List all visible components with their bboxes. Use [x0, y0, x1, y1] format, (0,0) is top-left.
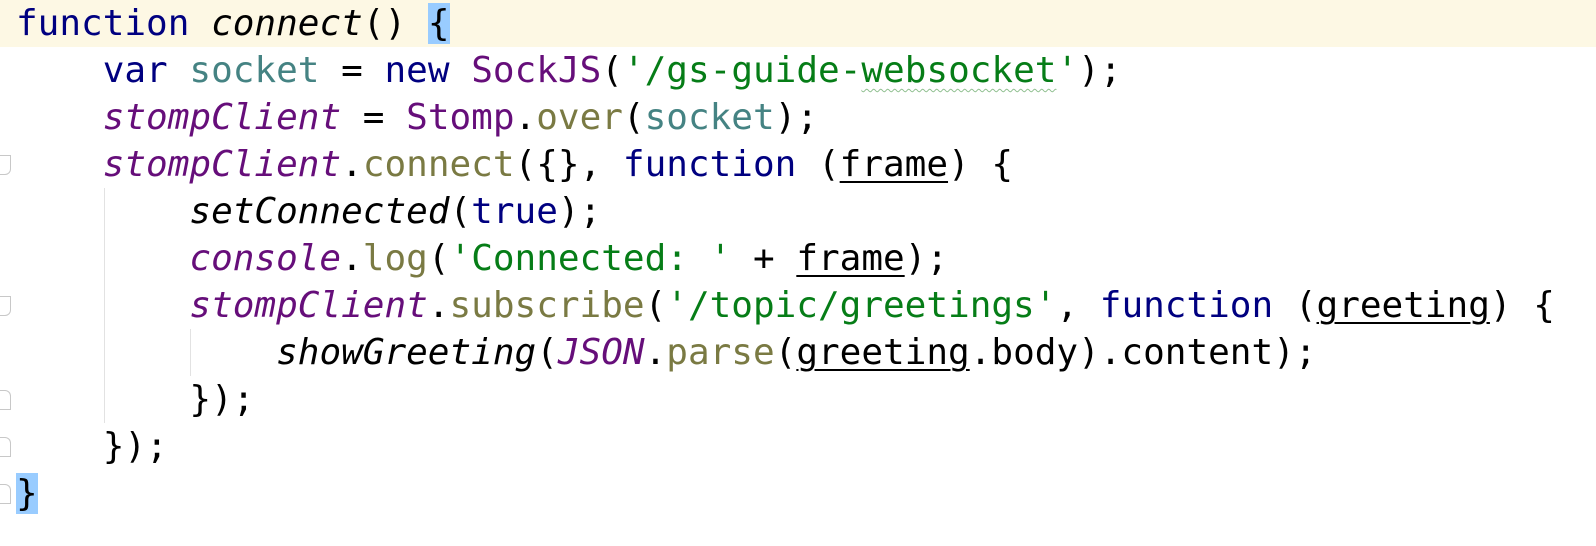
token-global: stompClient: [189, 285, 428, 326]
code-text[interactable]: stompClient.connect({}, function (frame)…: [16, 141, 1013, 188]
token-brace-match: }: [16, 473, 38, 514]
token-plain: );: [557, 191, 602, 232]
code-line-9[interactable]: });: [0, 376, 1596, 423]
token-plain: =: [319, 50, 385, 91]
code-line-3[interactable]: stompClient = Stomp.over(socket);: [0, 94, 1596, 141]
code-line-6[interactable]: console.log('Connected: ' + frame);: [0, 235, 1596, 282]
token-call: setConnected: [189, 191, 450, 232]
token-local: socket: [189, 50, 320, 91]
code-line-4[interactable]: stompClient.connect({}, function (frame)…: [0, 141, 1596, 188]
code-text[interactable]: showGreeting(JSON.parse(greeting.body).c…: [16, 329, 1317, 376]
token-call: showGreeting: [276, 332, 537, 373]
code-text[interactable]: console.log('Connected: ' + frame);: [16, 235, 948, 282]
code-line-8[interactable]: showGreeting(JSON.parse(greeting.body).c…: [0, 329, 1596, 376]
token-plain: .: [514, 97, 537, 138]
code-line-1[interactable]: function connect() {: [0, 0, 1596, 47]
token-plain: (: [536, 332, 558, 373]
token-plain: (: [644, 285, 667, 326]
token-method: log: [362, 238, 428, 279]
token-plain: .body).content);: [969, 332, 1317, 373]
token-plain: (: [774, 332, 797, 373]
code-text[interactable]: stompClient.subscribe('/topic/greetings'…: [16, 282, 1555, 329]
code-text[interactable]: });: [16, 376, 254, 423]
token-plain: +: [731, 238, 797, 279]
token-param: greeting: [796, 332, 970, 373]
code-text[interactable]: var socket = new SockJS('/gs-guide-webso…: [16, 47, 1122, 94]
token-plain: (: [1273, 285, 1317, 326]
code-line-10[interactable]: });: [0, 423, 1596, 470]
code-text[interactable]: setConnected(true);: [16, 188, 601, 235]
token-plain: );: [774, 97, 819, 138]
code-line-7[interactable]: stompClient.subscribe('/topic/greetings'…: [0, 282, 1596, 329]
token-plain: .: [644, 332, 667, 373]
token-param: greeting: [1316, 285, 1490, 326]
token-kw: true: [471, 191, 558, 232]
code-text[interactable]: stompClient = Stomp.over(socket);: [16, 94, 818, 141]
code-text[interactable]: function connect() {: [16, 0, 450, 47]
token-plain: ) {: [1489, 285, 1555, 326]
token-kw: function: [16, 3, 190, 44]
token-method: connect: [362, 144, 515, 185]
token-fn-decl: connect: [211, 3, 363, 44]
token-plain: ({},: [514, 144, 623, 185]
token-str: '/gs-guide-: [622, 50, 862, 91]
token-plain: (): [362, 3, 428, 44]
token-global: JSON: [557, 332, 645, 373]
token-global: stompClient: [102, 97, 342, 138]
token-plain: );: [1078, 50, 1122, 91]
token-plain: (: [427, 238, 450, 279]
token-global: stompClient: [102, 144, 342, 185]
token-plain: (: [601, 50, 623, 91]
token-plain: (: [622, 97, 645, 138]
token-plain: ,: [1056, 285, 1100, 326]
token-plain: =: [341, 97, 407, 138]
code-line-2[interactable]: var socket = new SockJS('/gs-guide-webso…: [0, 47, 1596, 94]
token-plain: .: [427, 285, 450, 326]
token-str: ': [1056, 50, 1079, 91]
code-text[interactable]: }: [16, 470, 38, 517]
token-class: Stomp: [406, 97, 515, 138]
token-plain: });: [16, 426, 168, 467]
token-brace-match: {: [427, 3, 450, 44]
token-param: frame: [839, 144, 949, 185]
token-kw: function: [1099, 285, 1274, 326]
token-plain: (: [796, 144, 840, 185]
code-editor[interactable]: function connect() { var socket = new So…: [0, 0, 1596, 546]
token-plain: .: [341, 238, 363, 279]
token-method: subscribe: [449, 285, 645, 326]
token-kw: function: [622, 144, 797, 185]
code-line-5[interactable]: setConnected(true);: [0, 188, 1596, 235]
token-plain: (: [449, 191, 472, 232]
code-line-11[interactable]: }: [0, 470, 1596, 517]
token-global: console: [189, 238, 342, 279]
token-param: frame: [796, 238, 905, 279]
token-str: '/topic/greetings': [666, 285, 1057, 326]
token-method: parse: [666, 332, 775, 373]
token-kw: new: [384, 50, 450, 91]
token-plain: .: [341, 144, 363, 185]
token-str: 'Connected: ': [449, 238, 732, 279]
token-str-typo: websocket: [861, 50, 1057, 91]
token-plain: ) {: [948, 144, 1014, 185]
token-local: socket: [644, 97, 775, 138]
code-text[interactable]: });: [16, 423, 168, 470]
token-class: SockJS: [471, 50, 602, 91]
token-method: over: [536, 97, 623, 138]
token-plain: );: [904, 238, 949, 279]
token-plain: });: [16, 379, 255, 420]
token-kw: var: [102, 50, 168, 91]
